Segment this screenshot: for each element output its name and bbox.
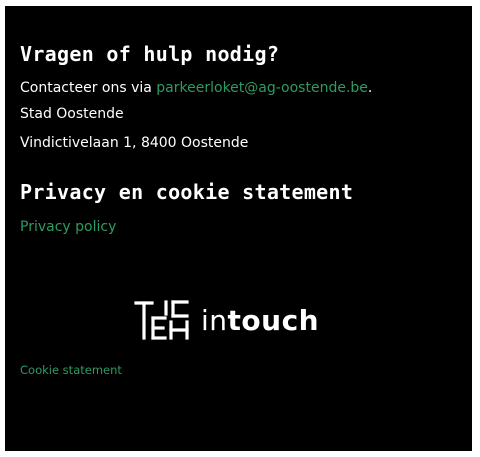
footer-panel: Vragen of hulp nodig? Contacteer ons via… [5, 6, 472, 451]
help-heading: Vragen of hulp nodig? [20, 42, 280, 66]
logo-wordmark: intouch [201, 304, 319, 337]
contact-suffix: . [367, 80, 373, 96]
cookie-statement-link[interactable]: Cookie statement [20, 363, 122, 377]
org-address: Vindictivelaan 1, 8400 Oostende [20, 135, 249, 151]
privacy-policy-link[interactable]: Privacy policy [20, 219, 116, 235]
org-name: Stad Oostende [20, 106, 124, 122]
contact-email-link[interactable]: parkeerloket@ag-oostende.be [156, 80, 368, 96]
tech-monogram-icon [133, 298, 193, 342]
contact-prefix: Contacteer ons via [20, 80, 157, 96]
logo-text-bold: touch [227, 303, 320, 337]
logo-text-light: in [201, 303, 228, 337]
intouch-logo[interactable]: intouch [133, 298, 319, 342]
contact-line: Contacteer ons via parkeerloket@ag-ooste… [20, 80, 372, 96]
privacy-heading: Privacy en cookie statement [20, 180, 354, 204]
